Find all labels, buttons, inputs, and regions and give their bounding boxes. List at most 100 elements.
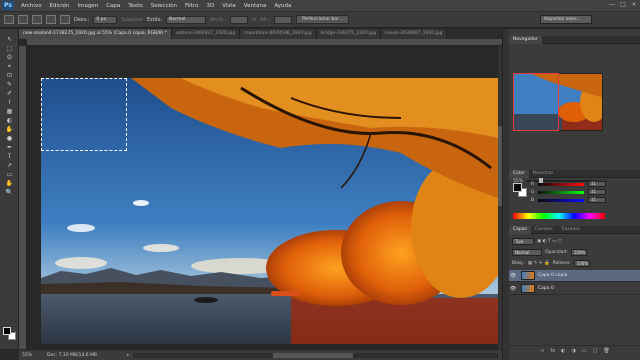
tab-swatches[interactable]: Muestras bbox=[529, 170, 558, 178]
intersect-selection-icon[interactable] bbox=[60, 15, 70, 24]
fill-label: Relleno: bbox=[552, 260, 571, 266]
gradient-tool-icon[interactable]: ● bbox=[3, 134, 16, 143]
visibility-eye-icon[interactable]: 👁 bbox=[509, 286, 517, 292]
workspace-select[interactable]: Aspectos esen... bbox=[540, 15, 592, 24]
channel-r-slider[interactable] bbox=[538, 182, 584, 186]
history-brush-tool-icon[interactable]: ◐ bbox=[3, 116, 16, 125]
menu-3d[interactable]: 3D bbox=[202, 3, 218, 9]
subtract-selection-icon[interactable] bbox=[46, 15, 56, 24]
color-fg-swatch[interactable] bbox=[513, 183, 522, 192]
channel-b-slider[interactable] bbox=[538, 198, 584, 202]
close-icon[interactable]: × bbox=[630, 1, 638, 9]
move-tool-icon[interactable]: ↖ bbox=[3, 35, 16, 44]
color-row-b[interactable]: B 11 bbox=[531, 197, 621, 203]
hand-tool-icon[interactable]: ✋ bbox=[3, 179, 16, 188]
tab-paths[interactable]: Trazados bbox=[557, 226, 585, 234]
tab-color[interactable]: Color bbox=[509, 169, 529, 178]
new-group-icon[interactable]: ▭ bbox=[582, 348, 587, 354]
lock-icons[interactable]: ▦ ✎ ✛ 🔒 bbox=[528, 261, 550, 266]
quick-select-tool-icon[interactable]: ⌖ bbox=[3, 62, 16, 71]
add-selection-icon[interactable] bbox=[32, 15, 42, 24]
tab-new-zealand[interactable]: new-zealand-1738275_1920.jpg al 55% (Cap… bbox=[19, 29, 173, 39]
horizontal-scrollbar[interactable] bbox=[133, 352, 498, 358]
width-input[interactable] bbox=[229, 15, 248, 24]
canvas-area[interactable] bbox=[27, 46, 502, 349]
fill-input[interactable]: 100% bbox=[573, 259, 590, 267]
marquee-tool-icon[interactable] bbox=[4, 15, 14, 24]
feather-input[interactable]: 0 px bbox=[93, 15, 118, 24]
foreground-color-swatch[interactable] bbox=[3, 327, 11, 335]
color-swatches[interactable] bbox=[3, 327, 17, 341]
horizontal-scroll-thumb[interactable] bbox=[273, 352, 354, 358]
navigator-view-box[interactable] bbox=[513, 73, 559, 131]
tab-house[interactable]: house-2636607_1920.jpg bbox=[381, 29, 448, 39]
layer-name[interactable]: Capa 0 bbox=[538, 286, 554, 291]
tab-bridge[interactable]: bridge-336475_1920.jpg bbox=[316, 29, 382, 39]
lasso-tool-icon[interactable]: ʘ bbox=[3, 53, 16, 62]
menu-filtro[interactable]: Filtro bbox=[181, 3, 202, 9]
menu-edicion[interactable]: Edición bbox=[46, 3, 74, 9]
color-spectrum[interactable] bbox=[513, 213, 605, 219]
tab-navigator[interactable]: Navegador bbox=[509, 35, 542, 44]
brush-tool-icon[interactable]: ⌇ bbox=[3, 98, 16, 107]
zoom-tool-icon[interactable]: 🔍 bbox=[3, 188, 16, 197]
menu-archivo[interactable]: Archivo bbox=[17, 3, 46, 9]
channel-g-slider[interactable] bbox=[538, 190, 584, 194]
tab-ecbore[interactable]: ecbore-2466927_1920.jpg bbox=[172, 29, 241, 39]
visibility-eye-icon[interactable]: 👁 bbox=[509, 273, 517, 279]
tab-channels[interactable]: Canales bbox=[531, 226, 557, 234]
tab-mountains[interactable]: mountains-6029596_1920.jpg bbox=[240, 29, 317, 39]
status-arrow-icon[interactable]: ▸ bbox=[127, 353, 129, 358]
channel-r-value[interactable]: 11 bbox=[588, 181, 606, 187]
color-fg-bg[interactable] bbox=[513, 183, 527, 197]
opacity-input[interactable]: 100% bbox=[570, 248, 587, 256]
color-row-g[interactable]: G 11 bbox=[531, 189, 621, 195]
style-select[interactable]: Normal bbox=[166, 15, 207, 24]
marquee-selection[interactable] bbox=[41, 78, 127, 151]
layer-name[interactable]: Capa 0 copia bbox=[538, 273, 567, 278]
pen-tool-icon[interactable]: ✒ bbox=[3, 143, 16, 152]
swap-icon[interactable]: ⇄ bbox=[252, 17, 256, 23]
menu-seleccion[interactable]: Selección bbox=[147, 3, 181, 9]
new-selection-icon[interactable] bbox=[18, 15, 28, 24]
type-tool-icon[interactable]: T bbox=[3, 152, 16, 161]
adjustment-layer-icon[interactable]: ◑ bbox=[572, 348, 576, 354]
crop-tool-icon[interactable]: ⊡ bbox=[3, 71, 16, 80]
channel-g-value[interactable]: 11 bbox=[588, 189, 606, 195]
healing-brush-tool-icon[interactable]: ✐ bbox=[3, 89, 16, 98]
minimize-icon[interactable]: — bbox=[608, 1, 616, 9]
clone-stamp-tool-icon[interactable]: ▦ bbox=[3, 107, 16, 116]
height-input[interactable] bbox=[274, 15, 293, 24]
shape-tool-icon[interactable]: ▭ bbox=[3, 170, 16, 179]
smooth-checkbox[interactable]: Suavizar bbox=[121, 17, 143, 23]
layer-kind-select[interactable]: Tipo bbox=[512, 237, 534, 245]
color-row-r[interactable]: R 11 bbox=[531, 181, 621, 187]
status-zoom[interactable]: 55% bbox=[19, 353, 47, 358]
menu-capa[interactable]: Capa bbox=[102, 3, 124, 9]
filter-icons[interactable]: ▣ ◐ T ▭ ▢ bbox=[537, 239, 562, 244]
eyedropper-tool-icon[interactable]: ✎ bbox=[3, 80, 16, 89]
tab-layers[interactable]: Capas bbox=[509, 225, 531, 234]
add-mask-icon[interactable]: ◐ bbox=[561, 348, 565, 354]
blend-mode-select[interactable]: Normal bbox=[512, 248, 542, 256]
rect-marquee-tool-icon[interactable]: ⬚ bbox=[3, 44, 16, 53]
new-layer-icon[interactable]: ▢ bbox=[593, 348, 598, 354]
refine-edge-button[interactable]: Perfeccionar bor... bbox=[296, 15, 349, 24]
layer-style-icon[interactable]: fx bbox=[550, 348, 555, 354]
maximize-icon[interactable]: □ bbox=[619, 1, 627, 9]
delete-layer-icon[interactable]: 🗑 bbox=[603, 348, 609, 354]
menu-ayuda[interactable]: Ayuda bbox=[270, 3, 295, 9]
ruler-horizontal[interactable] bbox=[27, 39, 502, 46]
layer-item[interactable]: 👁 Capa 0 bbox=[509, 283, 640, 295]
menu-ventana[interactable]: Ventana bbox=[240, 3, 271, 9]
menu-vista[interactable]: Vista bbox=[218, 3, 240, 9]
menu-texto[interactable]: Texto bbox=[124, 3, 147, 9]
channel-b-value[interactable]: 11 bbox=[588, 197, 606, 203]
path-select-tool-icon[interactable]: ↗ bbox=[3, 161, 16, 170]
menu-imagen[interactable]: Imagen bbox=[73, 3, 102, 9]
ruler-vertical[interactable] bbox=[19, 46, 27, 349]
layer-item[interactable]: 👁 Capa 0 copia bbox=[509, 270, 640, 282]
eraser-tool-icon[interactable]: ✋ bbox=[3, 125, 16, 134]
right-panels: Navegador 55% Color Muestras R 11 G 11 B… bbox=[502, 29, 640, 360]
link-layers-icon[interactable]: ∞ bbox=[540, 348, 544, 354]
